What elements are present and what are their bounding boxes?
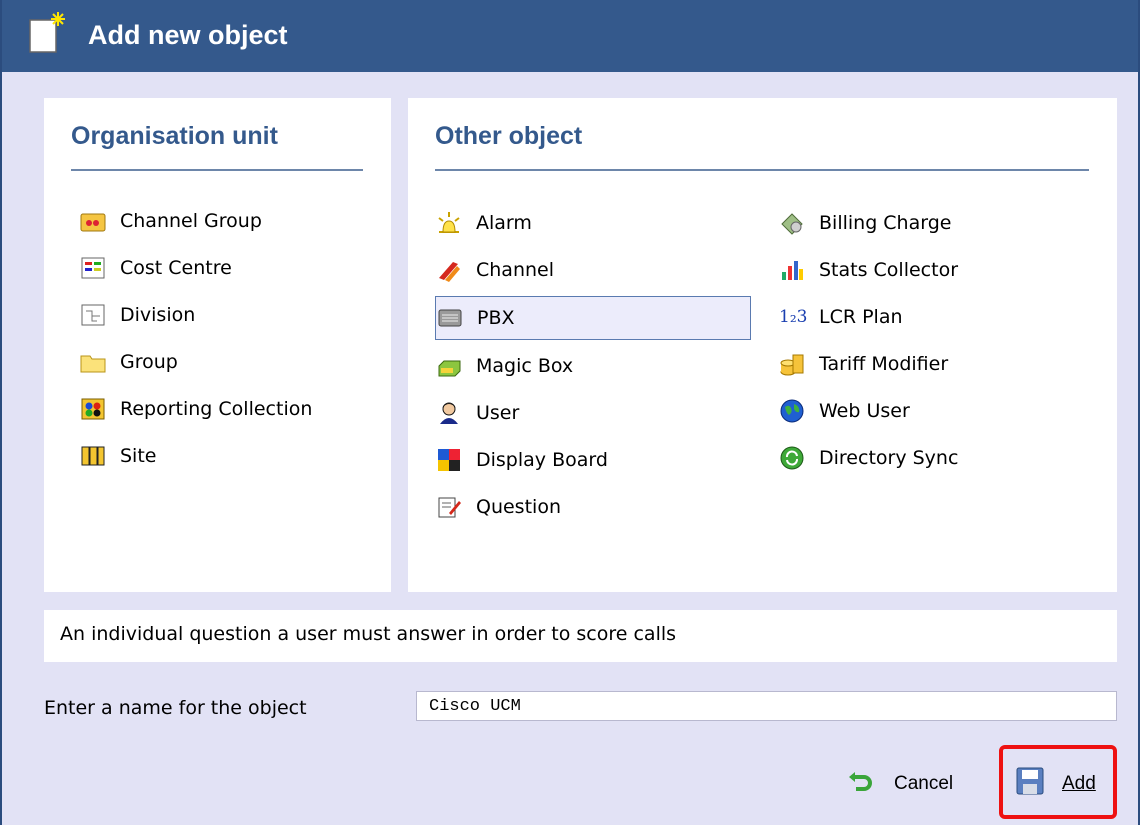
item-label: Magic Box bbox=[476, 355, 574, 377]
other-object-heading: Other object bbox=[435, 122, 583, 150]
web-user-icon bbox=[779, 398, 805, 424]
item-site[interactable]: Site bbox=[80, 438, 156, 474]
directory-sync-icon bbox=[779, 445, 805, 471]
item-label: PBX bbox=[477, 307, 515, 329]
item-label: Question bbox=[476, 496, 561, 518]
new-object-sparkle-icon bbox=[28, 10, 68, 56]
item-display-board[interactable]: Display Board bbox=[436, 442, 608, 478]
title-bar: Add new object bbox=[2, 0, 1138, 72]
save-disk-icon bbox=[1016, 766, 1044, 802]
cancel-button[interactable]: Cancel bbox=[848, 771, 953, 797]
item-label: Billing Charge bbox=[819, 212, 952, 234]
division-icon bbox=[80, 302, 106, 328]
channel-group-icon bbox=[80, 208, 106, 234]
add-object-dialog: Add new object Organisation unit Channel… bbox=[0, 0, 1140, 825]
item-label: Division bbox=[120, 304, 196, 326]
item-label: Alarm bbox=[476, 212, 532, 234]
cancel-label: Cancel bbox=[894, 773, 954, 794]
item-pbx[interactable]: PBX bbox=[435, 296, 751, 340]
heading-divider bbox=[71, 169, 363, 171]
item-label: Site bbox=[120, 445, 157, 467]
billing-charge-icon bbox=[779, 210, 805, 236]
object-name-input[interactable] bbox=[416, 691, 1117, 721]
lcr-plan-icon: 1₂3 bbox=[779, 307, 808, 327]
heading-divider bbox=[435, 169, 1089, 171]
cost-centre-icon bbox=[80, 255, 106, 281]
object-description: An individual question a user must answe… bbox=[44, 610, 1117, 662]
organisation-unit-heading: Organisation unit bbox=[71, 122, 278, 150]
alarm-icon bbox=[436, 210, 462, 236]
folder-icon bbox=[80, 349, 106, 375]
item-label: User bbox=[476, 402, 520, 424]
reporting-collection-icon bbox=[80, 396, 106, 422]
undo-arrow-icon bbox=[848, 771, 872, 797]
item-directory-sync[interactable]: Directory Sync bbox=[779, 440, 958, 476]
item-label: Stats Collector bbox=[819, 259, 959, 281]
item-magic-box[interactable]: Magic Box bbox=[436, 348, 573, 384]
item-label: Directory Sync bbox=[819, 447, 959, 469]
item-label: Channel Group bbox=[120, 210, 262, 232]
question-icon bbox=[436, 494, 462, 520]
item-label: LCR Plan bbox=[819, 306, 903, 328]
item-label: Group bbox=[120, 351, 178, 373]
magic-box-icon bbox=[436, 353, 462, 379]
item-alarm[interactable]: Alarm bbox=[436, 205, 532, 241]
stats-collector-icon bbox=[779, 257, 805, 283]
item-user[interactable]: User bbox=[436, 395, 519, 431]
item-stats-collector[interactable]: Stats Collector bbox=[779, 252, 958, 288]
item-group[interactable]: Group bbox=[80, 344, 178, 380]
item-cost-centre[interactable]: Cost Centre bbox=[80, 250, 232, 286]
user-icon bbox=[436, 400, 462, 426]
item-label: Display Board bbox=[476, 449, 608, 471]
add-button[interactable]: Add bbox=[1016, 766, 1096, 802]
pbx-icon bbox=[437, 305, 463, 331]
item-division[interactable]: Division bbox=[80, 297, 195, 333]
item-label: Channel bbox=[476, 259, 555, 281]
item-web-user[interactable]: Web User bbox=[779, 393, 910, 429]
add-label: Add bbox=[1062, 773, 1096, 794]
dialog-title: Add new object bbox=[88, 20, 288, 50]
item-channel[interactable]: Channel bbox=[436, 252, 554, 288]
other-object-panel: Other object Alarm Channel PBX Magic Box… bbox=[408, 98, 1117, 592]
item-label: Tariff Modifier bbox=[819, 353, 949, 375]
display-board-icon bbox=[436, 447, 462, 473]
site-icon bbox=[80, 443, 106, 469]
tariff-modifier-icon bbox=[779, 351, 805, 377]
channel-icon bbox=[436, 257, 462, 283]
name-field-label: Enter a name for the object bbox=[44, 697, 307, 719]
item-label: Cost Centre bbox=[120, 257, 232, 279]
item-billing-charge[interactable]: Billing Charge bbox=[779, 205, 951, 241]
item-tariff-modifier[interactable]: Tariff Modifier bbox=[779, 346, 948, 382]
item-lcr-plan[interactable]: 1₂3 LCR Plan bbox=[779, 299, 903, 335]
item-reporting-collection[interactable]: Reporting Collection bbox=[80, 391, 312, 427]
organisation-unit-panel: Organisation unit Channel Group Cost Cen… bbox=[44, 98, 391, 592]
item-question[interactable]: Question bbox=[436, 489, 561, 525]
item-channel-group[interactable]: Channel Group bbox=[80, 203, 262, 239]
item-label: Web User bbox=[819, 400, 910, 422]
item-label: Reporting Collection bbox=[120, 398, 313, 420]
